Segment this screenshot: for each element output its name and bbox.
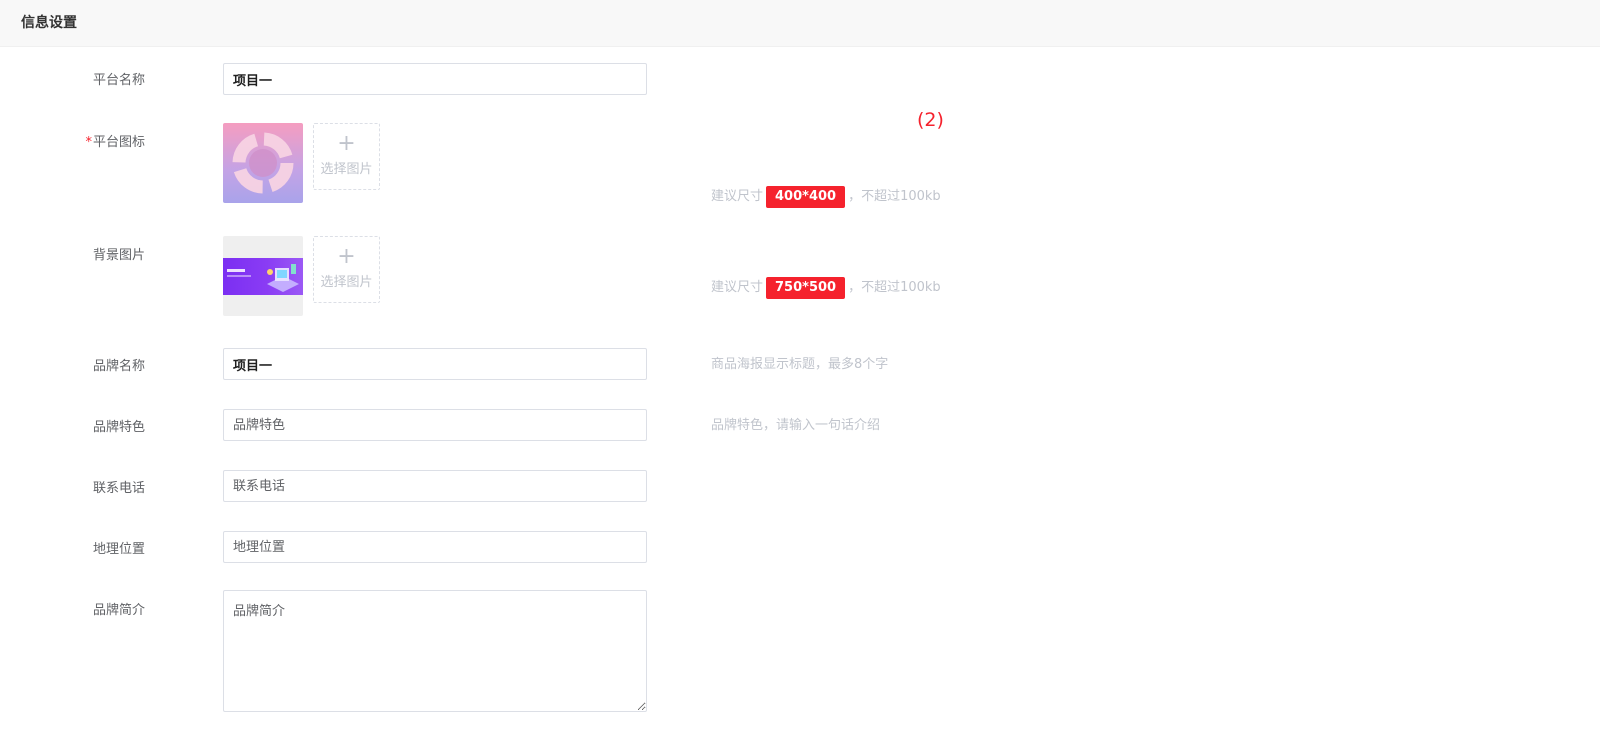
- plus-icon: +: [337, 244, 356, 269]
- hint-prefix: 建议尺寸: [711, 280, 764, 295]
- platform-icon-thumbnail[interactable]: [223, 123, 303, 203]
- info-settings-page: 信息设置 (2) 平台名称 *平台图标 + 选择图片 建议尺寸400*400，不…: [0, 0, 1618, 730]
- background-image-thumbnail[interactable]: [223, 236, 303, 316]
- hint-suffix: ，不超过100kb: [848, 280, 941, 295]
- background-image-picker-button[interactable]: + 选择图片: [313, 236, 380, 303]
- size-badge: 400*400: [766, 186, 846, 208]
- brand-name-input[interactable]: [223, 348, 647, 380]
- picker-label: 选择图片: [320, 162, 373, 177]
- platform-icon-picker-button[interactable]: + 选择图片: [313, 123, 380, 190]
- brand-name-hint: 商品海报显示标题，最多8个字: [711, 357, 889, 372]
- location-input[interactable]: [223, 531, 647, 563]
- brand-intro-label: 品牌简介: [92, 603, 145, 618]
- background-image-hint: 建议尺寸 750*500 ，不超过100kb: [711, 277, 941, 299]
- brand-name-label: 品牌名称: [92, 359, 145, 374]
- annotation-marker: (2): [917, 109, 944, 131]
- location-label: 地理位置: [92, 542, 145, 557]
- phone-input[interactable]: [223, 470, 647, 502]
- brand-intro-textarea[interactable]: [223, 590, 647, 712]
- platform-icon-hint: 建议尺寸 400*400 ，不超过100kb: [711, 186, 941, 208]
- size-badge: 750*500: [766, 277, 846, 299]
- platform-icon-label-text: 平台图标: [92, 135, 145, 150]
- plus-icon: +: [337, 131, 356, 156]
- picker-label: 选择图片: [320, 275, 373, 290]
- platform-icon-label: *平台图标: [40, 134, 145, 152]
- phone-label: 联系电话: [92, 481, 145, 496]
- hint-prefix: 建议尺寸: [711, 189, 764, 204]
- isometric-illustration-icon: [227, 264, 299, 292]
- platform-name-input[interactable]: [223, 63, 647, 95]
- banner-preview-image: [223, 258, 303, 295]
- section-title: 信息设置: [21, 15, 77, 31]
- brand-feature-input[interactable]: [223, 409, 647, 441]
- hint-suffix: ，不超过100kb: [848, 189, 941, 204]
- brand-feature-label: 品牌特色: [92, 420, 145, 435]
- background-image-label: 背景图片: [92, 248, 145, 263]
- logo-mark-icon: [223, 236, 303, 256]
- section-header: 信息设置: [0, 0, 1600, 47]
- required-mark: *: [85, 135, 92, 150]
- brand-feature-hint: 品牌特色，请输入一句话介绍: [711, 418, 881, 433]
- platform-name-label: 平台名称: [92, 73, 145, 88]
- ring-logo-icon: [232, 132, 294, 194]
